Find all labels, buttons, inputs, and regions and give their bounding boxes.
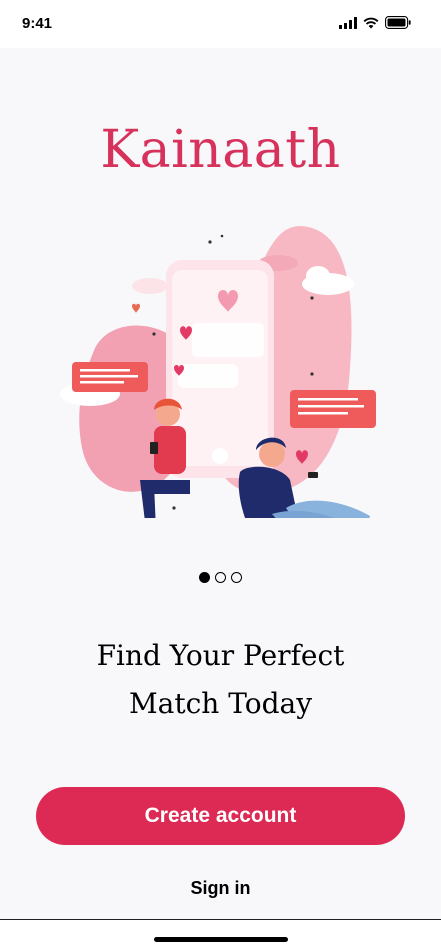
home-indicator[interactable] — [154, 937, 288, 942]
wifi-icon — [363, 17, 379, 28]
battery-icon — [385, 16, 411, 29]
couple-chatting-illustration — [60, 226, 376, 518]
signal-icon — [339, 16, 357, 29]
sign-in-link[interactable]: Sign in — [0, 878, 441, 899]
bottom-divider — [0, 919, 441, 920]
status-icons — [339, 16, 411, 29]
status-time: 9:41 — [22, 15, 53, 32]
onboarding-screen: Kainaath Find Your Perfect Match Today C… — [0, 48, 441, 919]
status-bar: 9:41 — [0, 0, 441, 48]
page-dot[interactable] — [231, 572, 242, 583]
page-indicator — [0, 572, 441, 583]
headline-line-1: Find Your Perfect — [96, 639, 345, 672]
page-dot-active[interactable] — [199, 572, 210, 583]
create-account-button[interactable]: Create account — [36, 787, 405, 845]
onboarding-headline: Find Your Perfect Match Today — [0, 632, 441, 728]
page-dot[interactable] — [215, 572, 226, 583]
brand-logo: Kainaath — [100, 120, 341, 180]
headline-line-2: Match Today — [128, 687, 313, 720]
